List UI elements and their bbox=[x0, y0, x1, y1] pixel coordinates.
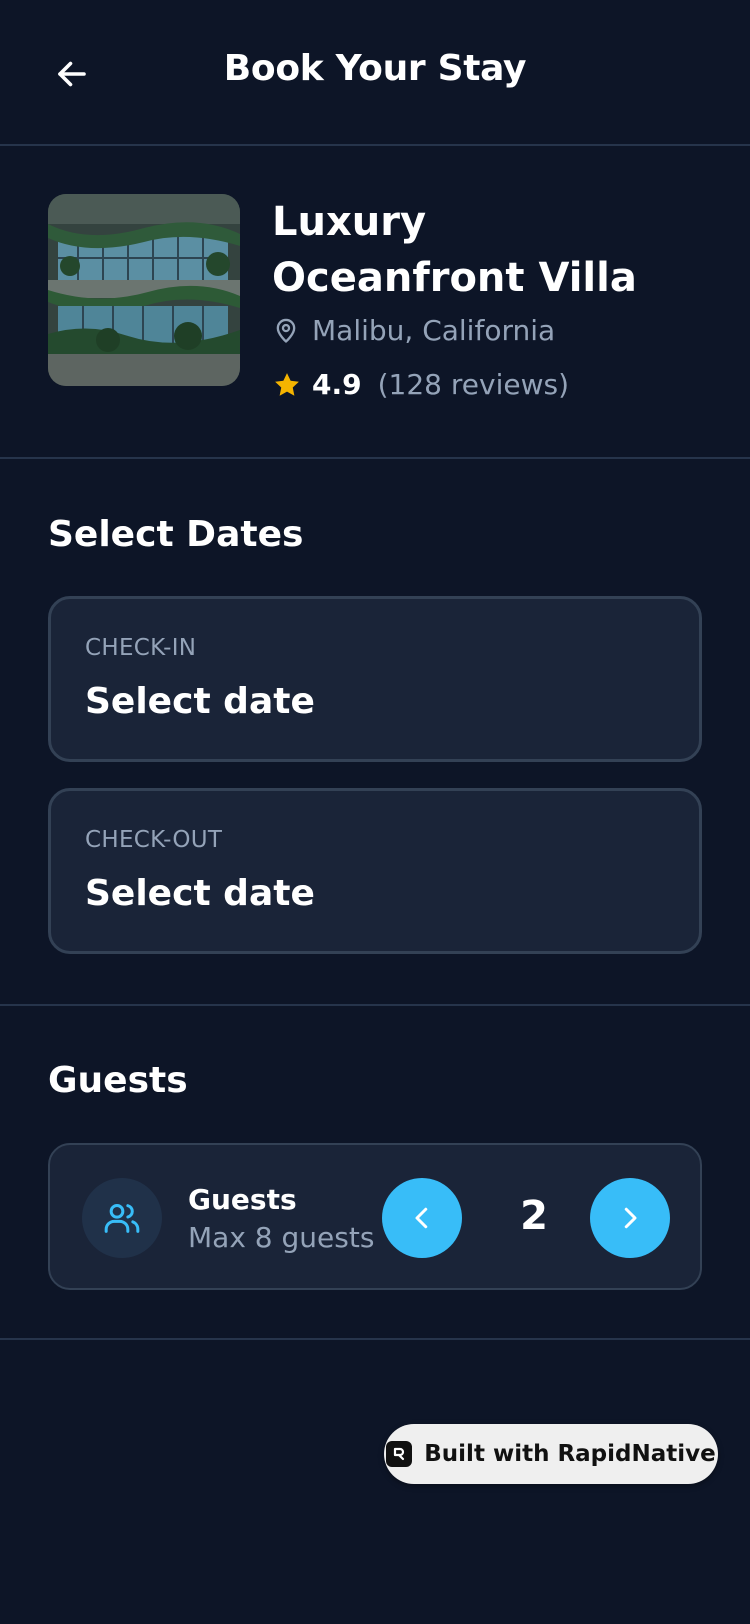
rating-value: 4.9 bbox=[312, 368, 362, 401]
increment-guests-button[interactable] bbox=[590, 1178, 670, 1258]
star-icon bbox=[275, 372, 299, 396]
check-in-label: CHECK-IN bbox=[85, 635, 197, 661]
section-divider bbox=[0, 1004, 750, 1006]
check-out-field[interactable]: CHECK-OUT Select date bbox=[48, 788, 702, 954]
dates-section-title: Select Dates bbox=[48, 514, 304, 555]
check-in-field[interactable]: CHECK-IN Select date bbox=[48, 596, 702, 762]
check-in-value: Select date bbox=[85, 681, 315, 722]
decrement-guests-button[interactable] bbox=[382, 1178, 462, 1258]
guest-selector: Guests Max 8 guests 2 bbox=[48, 1143, 702, 1290]
property-location: Malibu, California bbox=[272, 314, 555, 347]
property-rating: 4.9 (128 reviews) bbox=[272, 368, 569, 401]
built-with-badge[interactable]: Built with RapidNative bbox=[384, 1424, 718, 1484]
chevron-left-icon bbox=[415, 1207, 428, 1229]
map-pin-icon bbox=[276, 318, 296, 343]
check-out-value: Select date bbox=[85, 873, 315, 914]
header: Book Your Stay bbox=[0, 0, 750, 146]
guests-label: Guests bbox=[188, 1183, 297, 1216]
property-summary: Luxury Oceanfront Villa Malibu, Californ… bbox=[0, 146, 750, 459]
guests-icon-container bbox=[82, 1178, 162, 1258]
location-text: Malibu, California bbox=[312, 314, 556, 347]
rapidnative-logo-icon bbox=[386, 1441, 413, 1467]
property-name: Luxury Oceanfront Villa bbox=[272, 199, 637, 301]
review-count: (128 reviews) bbox=[377, 368, 569, 401]
property-image bbox=[48, 194, 240, 386]
badge-label: Built with RapidNative bbox=[424, 1441, 716, 1467]
section-divider bbox=[0, 1338, 750, 1340]
chevron-right-icon bbox=[624, 1207, 637, 1229]
check-out-label: CHECK-OUT bbox=[85, 827, 223, 853]
guest-count: 2 bbox=[520, 1193, 548, 1239]
guests-max: Max 8 guests bbox=[188, 1221, 375, 1254]
guests-section-title: Guests bbox=[48, 1060, 188, 1101]
users-icon bbox=[104, 1204, 140, 1233]
page-title: Book Your Stay bbox=[223, 48, 527, 89]
